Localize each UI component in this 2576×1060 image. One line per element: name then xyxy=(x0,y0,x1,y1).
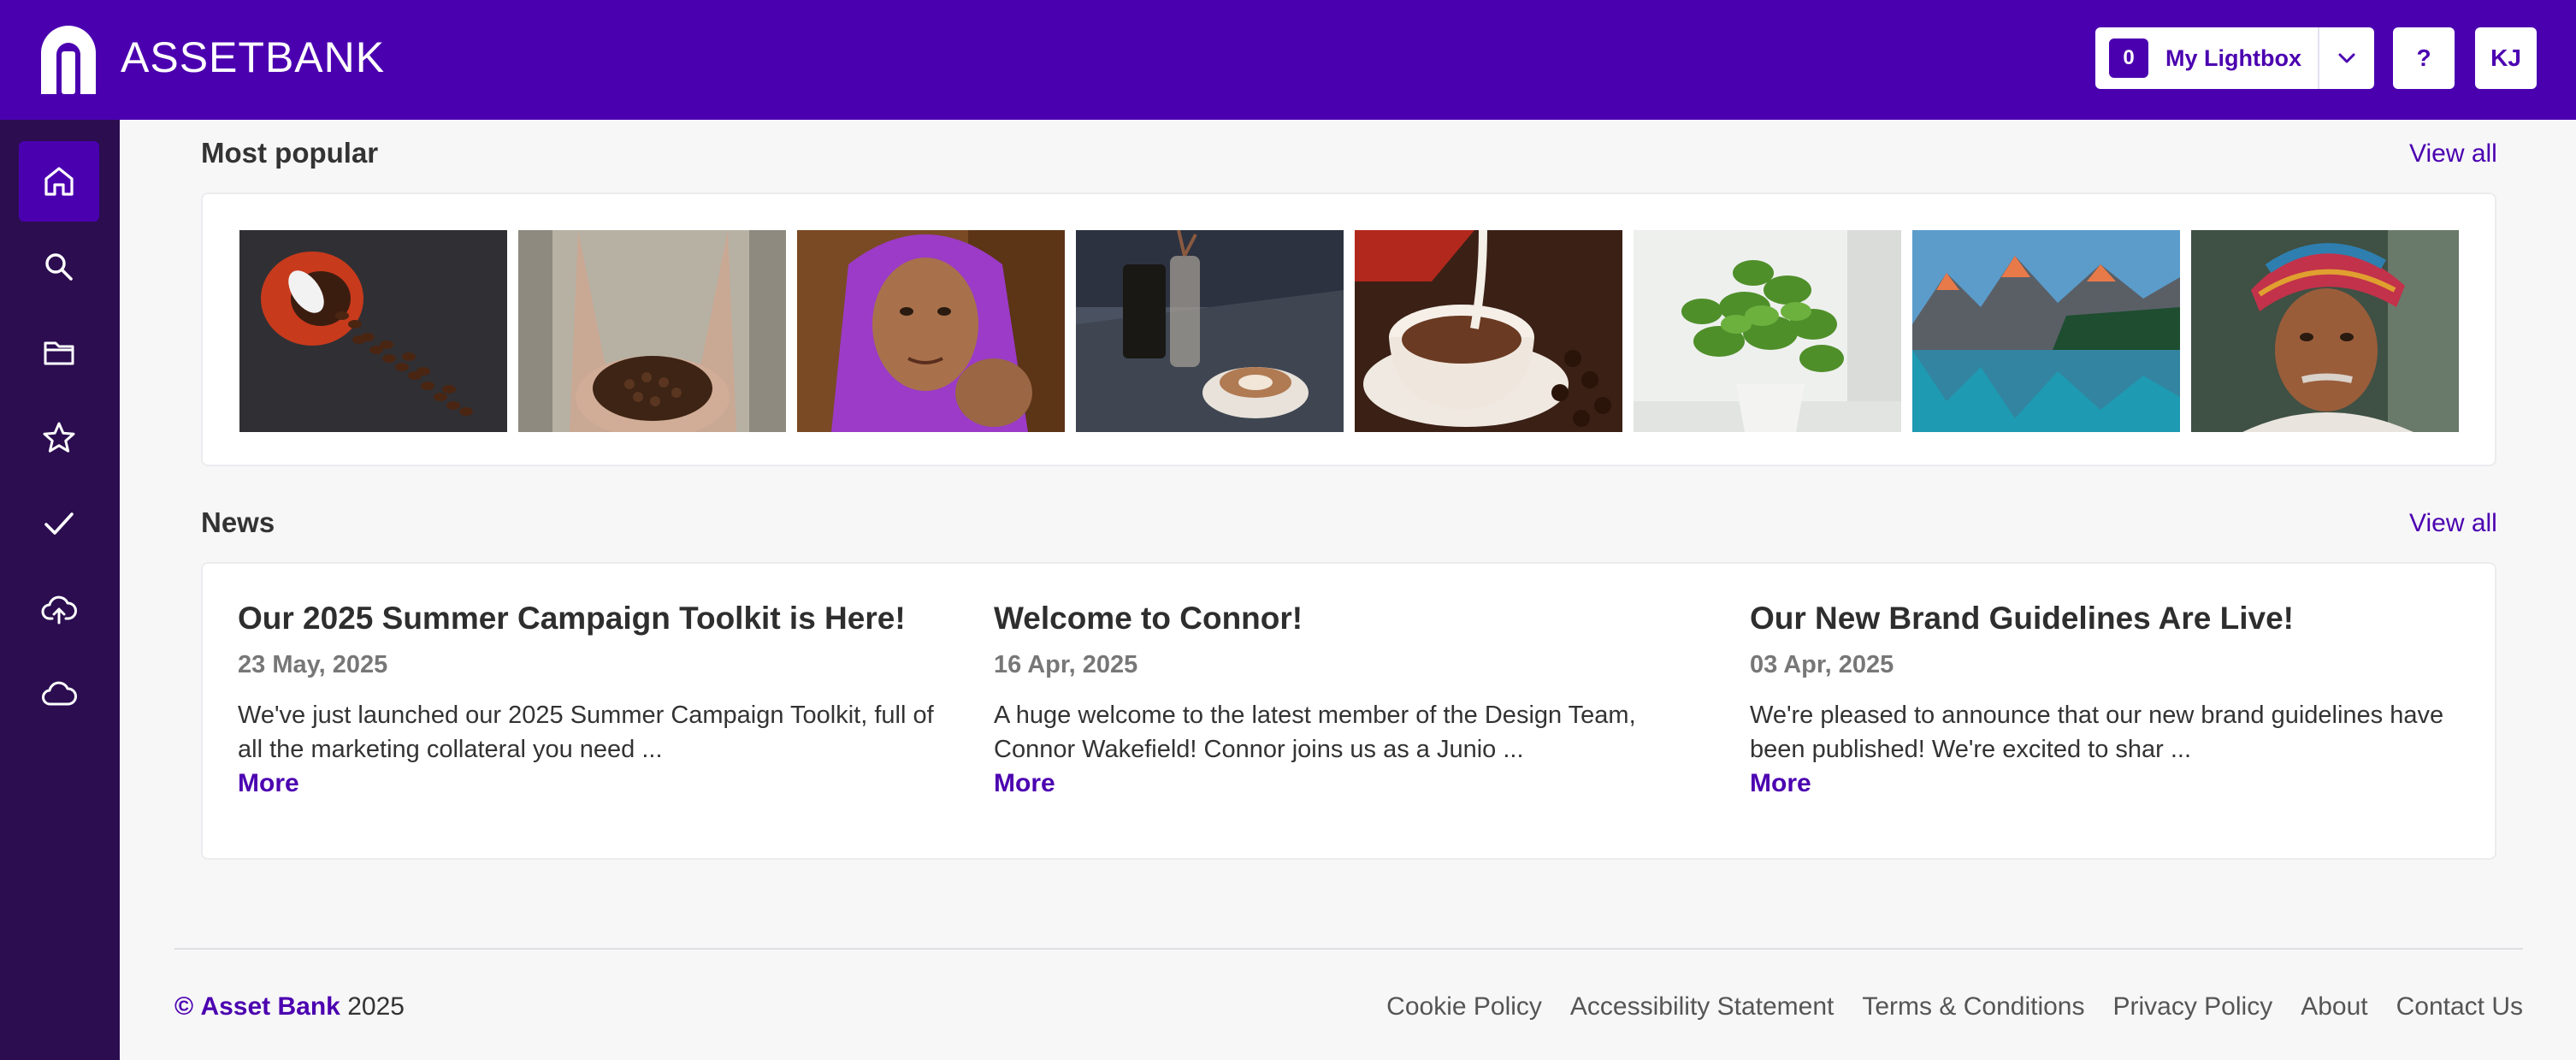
lightbox-count-badge: 0 xyxy=(2109,38,2148,78)
lightbox-dropdown-toggle[interactable] xyxy=(2319,27,2374,89)
footer-link-about[interactable]: About xyxy=(2301,992,2367,1022)
popular-image-coffee-cup-spilled-beans[interactable] xyxy=(239,230,507,432)
home-icon xyxy=(44,167,74,196)
popular-image-man-red-turban[interactable] xyxy=(2191,230,2459,432)
help-button[interactable]: ? xyxy=(2393,27,2455,89)
news-heading: News xyxy=(201,506,275,538)
popular-image-coffee-cup-milk-pour[interactable] xyxy=(1355,230,1622,432)
sidebar-item-folders[interactable] xyxy=(19,312,99,393)
news-item: Welcome to Connor! 16 Apr, 2025 A huge w… xyxy=(994,598,1695,801)
news-item-excerpt: We've just launched our 2025 Summer Camp… xyxy=(238,702,934,763)
news-item-date: 23 May, 2025 xyxy=(238,651,388,678)
most-popular-panel xyxy=(201,192,2496,466)
footer-links: Cookie Policy Accessibility Statement Te… xyxy=(1386,992,2523,1022)
footer-divider xyxy=(174,948,2523,950)
footer-copyright: © Asset Bank 2025 xyxy=(174,992,405,1022)
footer-link-accessibility-statement[interactable]: Accessibility Statement xyxy=(1570,992,1834,1022)
sidebar-item-favorites[interactable] xyxy=(19,398,99,478)
sidebar-item-search[interactable] xyxy=(19,227,99,307)
footer-link-privacy-policy[interactable]: Privacy Policy xyxy=(2112,992,2272,1022)
copyright-year: 2025 xyxy=(347,992,405,1021)
footer-link-terms-conditions[interactable]: Terms & Conditions xyxy=(1862,992,2084,1022)
news-item: Our New Brand Guidelines Are Live! 03 Ap… xyxy=(1750,598,2451,801)
news-view-all-link[interactable]: View all xyxy=(2409,509,2497,538)
news-item-date: 16 Apr, 2025 xyxy=(994,651,1138,678)
news-item-excerpt: A huge welcome to the latest member of t… xyxy=(994,702,1636,763)
news-panel: Our 2025 Summer Campaign Toolkit is Here… xyxy=(201,562,2496,860)
news-item-more-link[interactable]: More xyxy=(994,769,1055,797)
copyright-symbol: © xyxy=(174,992,194,1021)
news-item-title[interactable]: Welcome to Connor! xyxy=(994,598,1695,639)
asset-bank-logo[interactable] xyxy=(38,24,99,94)
user-menu-button[interactable]: KJ xyxy=(2475,27,2537,89)
popular-image-cafe-table-latte[interactable] xyxy=(1076,230,1344,432)
cloud-upload-icon xyxy=(41,595,77,625)
search-icon xyxy=(45,253,73,281)
cloud-icon xyxy=(42,681,77,706)
popular-image-hands-holding-coffee-beans[interactable] xyxy=(518,230,786,432)
top-header: ASSETBANK 0 My Lightbox ? KJ xyxy=(0,0,2576,120)
news-item: Our 2025 Summer Campaign Toolkit is Here… xyxy=(238,598,939,801)
news-item-more-link[interactable]: More xyxy=(1750,769,1811,797)
sidebar-item-upload[interactable] xyxy=(19,569,99,649)
star-icon xyxy=(43,422,75,453)
brand-name: ASSETBANK xyxy=(121,33,386,81)
lightbox-label: My Lightbox xyxy=(2165,44,2301,71)
sidebar-item-home[interactable] xyxy=(19,141,99,222)
most-popular-heading: Most popular xyxy=(201,137,379,169)
sidebar xyxy=(0,120,120,1060)
copyright-brand-link[interactable]: Asset Bank xyxy=(200,992,340,1021)
popular-image-mountain-lake[interactable] xyxy=(1912,230,2180,432)
lightbox-button[interactable]: 0 My Lightbox xyxy=(2095,27,2374,89)
popular-image-woman-purple-headscarf[interactable] xyxy=(797,230,1065,432)
folder-icon xyxy=(44,341,74,365)
footer-link-contact-us[interactable]: Contact Us xyxy=(2396,992,2523,1022)
chevron-down-icon xyxy=(2338,53,2355,63)
popular-image-potted-green-plant[interactable] xyxy=(1634,230,1901,432)
news-item-more-link[interactable]: More xyxy=(238,769,299,797)
sidebar-item-cloud[interactable] xyxy=(19,654,99,735)
news-item-title[interactable]: Our 2025 Summer Campaign Toolkit is Here… xyxy=(238,598,939,639)
most-popular-view-all-link[interactable]: View all xyxy=(2409,139,2497,169)
news-item-title[interactable]: Our New Brand Guidelines Are Live! xyxy=(1750,598,2451,639)
check-icon xyxy=(44,512,74,535)
sidebar-item-approvals[interactable] xyxy=(19,483,99,564)
news-item-date: 03 Apr, 2025 xyxy=(1750,651,1894,678)
footer-link-cookie-policy[interactable]: Cookie Policy xyxy=(1386,992,1542,1022)
news-item-excerpt: We're pleased to announce that our new b… xyxy=(1750,702,2444,763)
